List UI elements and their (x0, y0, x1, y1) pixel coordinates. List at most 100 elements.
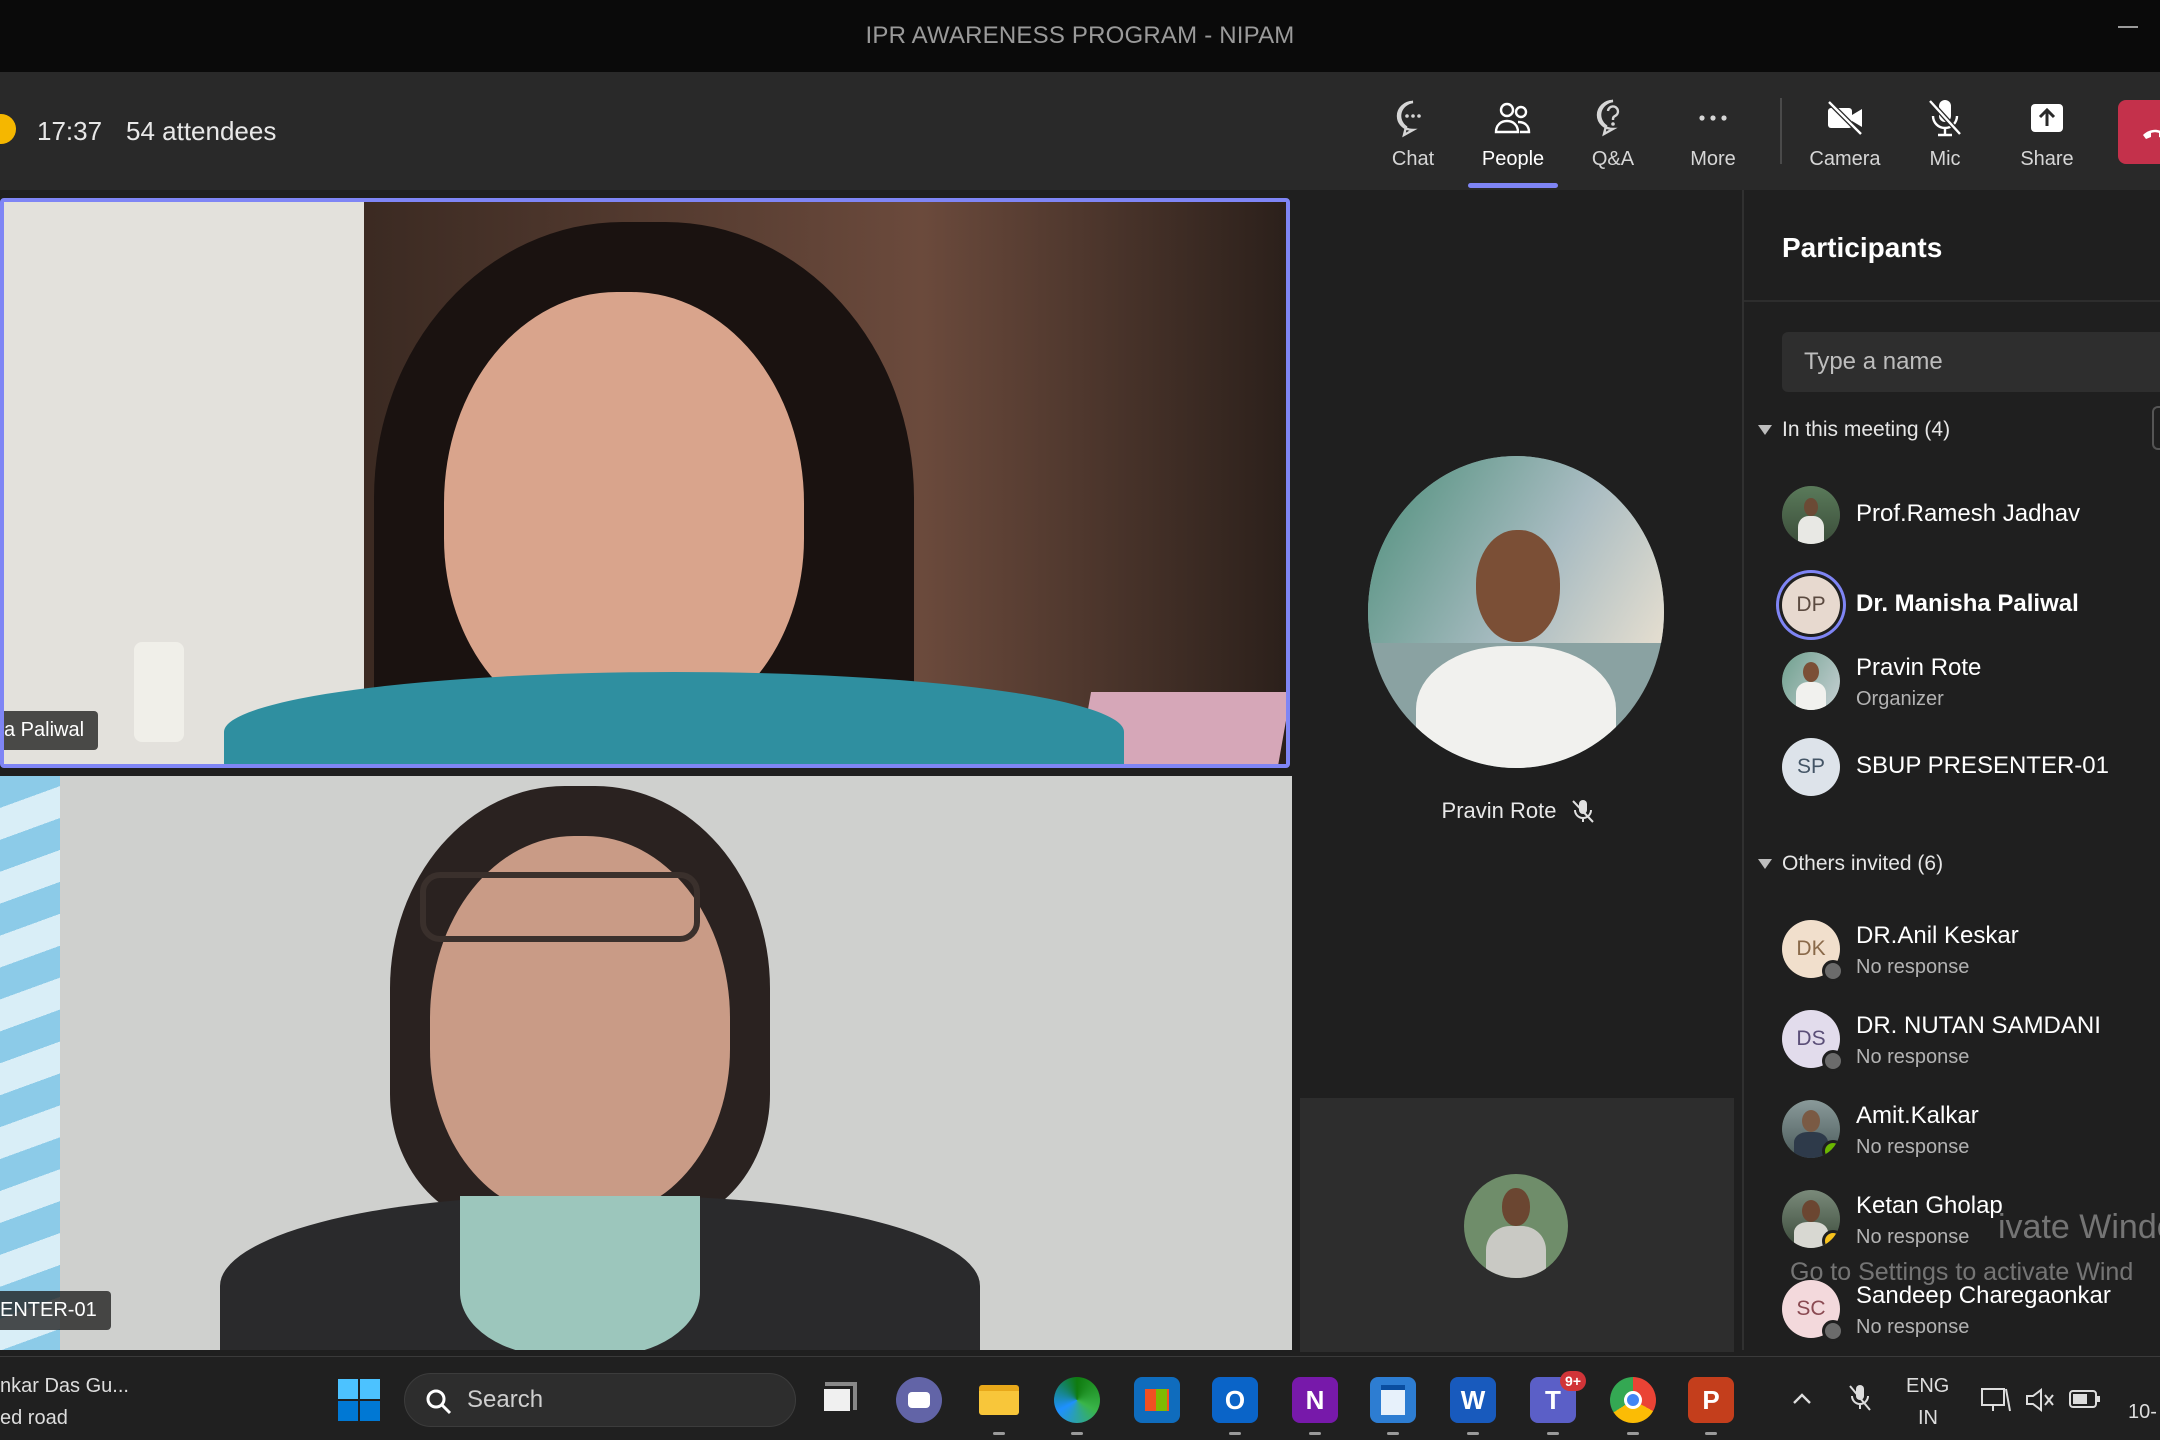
participant-search (1782, 332, 2160, 392)
mic-button[interactable]: Mic (1902, 92, 1988, 178)
taskbar-search-input[interactable] (467, 1374, 767, 1426)
teams-chat-icon[interactable] (896, 1377, 942, 1423)
face-shape (444, 292, 804, 732)
participant-item[interactable]: SC Sandeep Charegaonkar No response (1782, 1274, 2160, 1344)
people-label: People (1481, 148, 1545, 170)
news-subline: ed road (0, 1407, 68, 1429)
tile2-name-tag: ENTER-01 (0, 1291, 111, 1330)
participant-item[interactable]: Pravin Rote Organizer (1782, 646, 2160, 716)
meeting-toolbar: 17:37 54 attendees Chat People Q&A More … (0, 72, 2160, 190)
participant-search-input[interactable] (1782, 332, 2160, 392)
outlook-icon[interactable]: O (1212, 1377, 1258, 1435)
hang-up-icon (2143, 129, 2160, 139)
chevron-up-icon[interactable] (1790, 1387, 1814, 1411)
participant-status: No response (1856, 1046, 1970, 1068)
taskbar-search (404, 1373, 796, 1427)
panel-overflow-handle[interactable] (2152, 406, 2160, 450)
spotlight-name-tag: Pravin Rote (1298, 798, 1740, 824)
chat-label: Chat (1391, 148, 1435, 170)
others-invited-section-header[interactable]: Others invited (6) (1758, 852, 1943, 876)
participant-item[interactable]: Amit.Kalkar No response (1782, 1094, 2160, 1164)
panel-divider (1744, 300, 2160, 302)
network-icon[interactable] (1980, 1385, 2012, 1415)
video-tile-presenter[interactable]: ENTER-01 (0, 776, 1292, 1350)
in-meeting-section-header[interactable]: In this meeting (4) (1758, 418, 1950, 442)
people-button[interactable]: People (1468, 92, 1558, 188)
chevron-down-icon (1758, 859, 1772, 869)
status-unknown-icon (1822, 1320, 1844, 1342)
chevron-down-icon (1758, 425, 1772, 435)
taskbar-clock[interactable]: 10- (2128, 1401, 2157, 1424)
qa-button[interactable]: Q&A (1570, 92, 1656, 178)
participant-item[interactable]: SP SBUP PRESENTER-01 (1782, 732, 2160, 802)
attendee-count[interactable]: 54 attendees (126, 116, 276, 147)
share-label: Share (2020, 148, 2074, 170)
file-explorer-icon[interactable] (976, 1377, 1022, 1435)
windows-taskbar: nkar Das Gu... ed road O N W T9+ P ENG I… (0, 1356, 2160, 1440)
avatar-initials: SC (1796, 1297, 1826, 1320)
qa-icon (1596, 99, 1620, 137)
participant-status: No response (1856, 1136, 1970, 1158)
more-button[interactable]: More (1670, 92, 1756, 178)
battery-icon[interactable] (2068, 1387, 2102, 1411)
in-meeting-header: In this meeting (4) (1782, 418, 1951, 441)
avatar (1782, 1100, 1840, 1158)
teams-icon[interactable]: T 9+ (1530, 1371, 1586, 1435)
avatar-face (1476, 530, 1560, 642)
avatar-initials: SP (1796, 755, 1825, 778)
panel-title: Participants (1782, 232, 1943, 263)
chat-button[interactable]: Chat (1370, 92, 1456, 178)
notification-badge: 9+ (1560, 1371, 1586, 1391)
avatar-face (1502, 1188, 1530, 1226)
edge-browser-icon[interactable] (1054, 1377, 1100, 1435)
chrome-icon[interactable] (1610, 1377, 1656, 1435)
participant-name: Pravin Rote (1856, 654, 1982, 681)
more-label: More (1690, 148, 1736, 170)
background-stripes (0, 776, 60, 1350)
news-headline: nkar Das Gu... (0, 1375, 129, 1397)
activation-watermark-title: ivate Windows (1998, 1208, 2160, 1246)
self-view-avatar (1464, 1174, 1568, 1278)
window-title: IPR AWARENESS PROGRAM - NIPAM (865, 22, 1295, 49)
notepad-icon[interactable] (1370, 1377, 1416, 1435)
background-wall (4, 202, 364, 764)
participant-item[interactable]: Prof.Ramesh Jadhav (1782, 480, 2160, 550)
input-language[interactable]: ENG (1906, 1375, 1949, 1398)
microsoft-store-icon[interactable] (1134, 1377, 1180, 1423)
participant-name: SBUP PRESENTER-01 (1856, 752, 2109, 779)
avatar: DS (1782, 1010, 1844, 1072)
recording-indicator-icon (0, 114, 16, 144)
leave-button[interactable] (2118, 100, 2160, 164)
word-icon[interactable]: W (1450, 1377, 1496, 1435)
participant-item[interactable]: DS DR. NUTAN SAMDANI No response (1782, 1004, 2160, 1074)
avatar: SC (1782, 1280, 1844, 1342)
participant-item[interactable]: DK DR.Anil Keskar No response (1782, 914, 2160, 984)
avatar: DK (1782, 920, 1844, 982)
participants-panel: Participants In this meeting (4) Prof.Ra… (1742, 190, 2160, 1350)
video-tile-speaker[interactable]: a Paliwal (0, 198, 1290, 768)
side-stage: Pravin Rote (1298, 190, 1740, 1352)
self-view-tile[interactable] (1300, 1098, 1734, 1352)
minimize-button[interactable] (2118, 26, 2138, 28)
muted-mic-icon (1572, 800, 1595, 823)
avatar-shirt (1416, 646, 1616, 768)
onenote-icon[interactable]: N (1292, 1377, 1338, 1435)
avatar-initials: DP (1796, 593, 1826, 616)
powerpoint-icon[interactable]: P (1688, 1377, 1734, 1435)
camera-button[interactable]: Camera (1802, 92, 1888, 178)
spotlight-avatar[interactable] (1368, 456, 1664, 768)
task-view-icon[interactable] (814, 1377, 860, 1423)
participant-item[interactable]: DP Dr. Manisha Paliwal (1782, 570, 2160, 640)
avatar-initials: DS (1796, 1027, 1826, 1050)
mic-muted-tray-icon[interactable] (1846, 1383, 1874, 1413)
windows-start-icon[interactable] (336, 1377, 382, 1423)
status-unknown-icon (1822, 960, 1844, 982)
bottle-shape (134, 642, 184, 742)
spotlight-name: Pravin Rote (1441, 798, 1557, 823)
participant-name: DR. NUTAN SAMDANI (1856, 1012, 2101, 1039)
share-button[interactable]: Share (2004, 92, 2090, 178)
toolbar-divider (1780, 98, 1782, 164)
participant-status: No response (1856, 1226, 1970, 1248)
avatar (1782, 1190, 1840, 1248)
volume-muted-icon[interactable] (2024, 1385, 2056, 1415)
